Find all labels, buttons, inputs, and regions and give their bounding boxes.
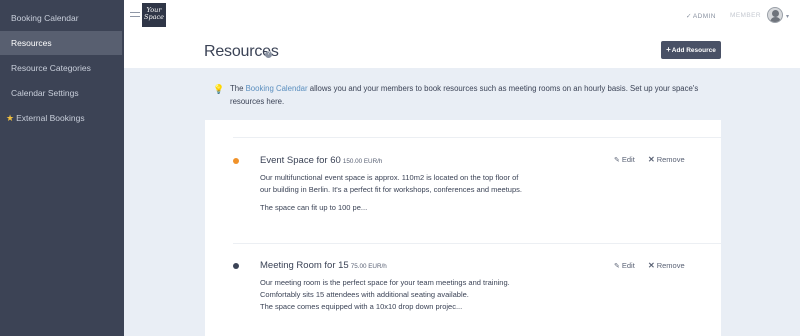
info-text: The Booking Calendar allows you and your… xyxy=(230,84,699,106)
lightbulb-icon: 💡 xyxy=(213,84,225,94)
hamburger-menu-icon[interactable] xyxy=(130,12,140,20)
edit-button[interactable]: ✎ Edit xyxy=(614,155,635,164)
logo[interactable]: Your Space xyxy=(142,3,166,27)
star-icon: ★ xyxy=(6,113,15,123)
resource-list: Event Space for 60 150.00 EUR/h ✎ Edit ✕ Re… xyxy=(205,120,721,336)
sidebar-item-label: Resources xyxy=(11,38,52,48)
sidebar-item-label: Calendar Settings xyxy=(11,88,79,98)
status-dot xyxy=(233,158,239,164)
page-header: Resources ? +Add Resource xyxy=(124,36,800,68)
status-dot xyxy=(233,263,239,269)
add-resource-button[interactable]: +Add Resource xyxy=(661,41,721,59)
check-icon: ✓ xyxy=(686,13,692,20)
close-icon: ✕ xyxy=(648,261,655,270)
divider xyxy=(233,137,721,138)
resource-title[interactable]: Event Space for 60 150.00 EUR/h xyxy=(260,155,382,166)
resource-price: 150.00 EUR/h xyxy=(342,158,383,165)
avatar[interactable] xyxy=(767,7,783,23)
sidebar-item-label: Resource Categories xyxy=(11,63,91,73)
remove-button[interactable]: ✕ Remove xyxy=(648,261,685,270)
admin-toggle[interactable]: ✓ADMIN xyxy=(686,12,716,20)
sidebar-item-external-bookings[interactable]: ★ External Bookings xyxy=(0,106,124,130)
sidebar-item-label: Booking Calendar xyxy=(11,13,79,23)
member-toggle[interactable]: MEMBER xyxy=(730,12,761,19)
sidebar-item-resource-categories[interactable]: Resource Categories xyxy=(0,56,124,80)
sidebar: Booking Calendar Resources Resource Cate… xyxy=(0,0,124,336)
chevron-down-icon[interactable]: ▾ xyxy=(786,13,789,20)
pencil-icon: ✎ xyxy=(614,157,620,164)
divider xyxy=(233,243,721,244)
top-bar: Your Space ✓ADMIN MEMBER ▾ xyxy=(124,0,800,36)
sidebar-item-resources[interactable]: Resources xyxy=(0,31,122,55)
resource-description: Our meeting room is the perfect space fo… xyxy=(260,278,510,311)
resource-description: Our multifunctional event space is appro… xyxy=(260,173,522,212)
plus-icon: + xyxy=(666,45,671,54)
edit-button[interactable]: ✎ Edit xyxy=(614,261,635,270)
booking-calendar-link[interactable]: Booking Calendar xyxy=(246,84,308,93)
sidebar-item-label: External Bookings xyxy=(16,113,85,123)
remove-button[interactable]: ✕ Remove xyxy=(648,155,685,164)
sidebar-item-booking-calendar[interactable]: Booking Calendar xyxy=(0,6,124,30)
close-icon: ✕ xyxy=(648,155,655,164)
sidebar-item-calendar-settings[interactable]: Calendar Settings xyxy=(0,81,124,105)
help-icon[interactable]: ? xyxy=(265,51,272,58)
pencil-icon: ✎ xyxy=(614,263,620,270)
resource-price: 75.00 EUR/h xyxy=(350,263,387,270)
resource-title[interactable]: Meeting Room for 15 75.00 EUR/h xyxy=(260,260,387,271)
